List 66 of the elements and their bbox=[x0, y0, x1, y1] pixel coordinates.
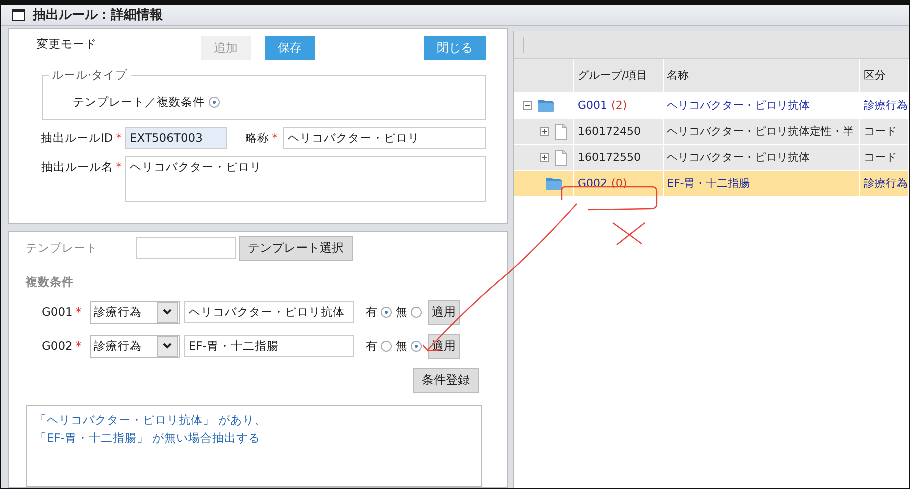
radio-label: 無 bbox=[396, 338, 408, 354]
table-cell: ヘリコバクター・ピロリ抗体 bbox=[664, 93, 860, 118]
item-code: 160172550 bbox=[578, 151, 641, 164]
category-dropdown[interactable]: 診療行為 bbox=[90, 334, 180, 358]
mode-label: 変更モード bbox=[37, 36, 98, 52]
condition-field[interactable]: EF-胃・十二指腸 bbox=[184, 335, 354, 357]
group-label: G001 bbox=[42, 305, 73, 319]
table-cell: ヘリコバクター・ピロリ抗体 bbox=[664, 145, 860, 170]
expand-icon[interactable] bbox=[540, 153, 549, 162]
required-mark: * bbox=[272, 131, 278, 145]
radio-label: 有 bbox=[366, 304, 378, 320]
tree-row[interactable]: 160172550 ヘリコバクター・ピロリ抗体 コード bbox=[514, 145, 909, 171]
table-cell: 診療行為 bbox=[860, 93, 909, 118]
field-label: 抽出ルールID bbox=[41, 131, 114, 145]
folder-icon bbox=[538, 100, 554, 112]
field-label: 抽出ルール名 bbox=[41, 160, 114, 174]
radio-button[interactable] bbox=[411, 340, 422, 352]
table-cell: EF-胃・十二指腸 bbox=[664, 171, 860, 196]
folder-icon bbox=[546, 178, 562, 190]
table-cell: コード bbox=[860, 119, 909, 144]
group-label: G002 bbox=[42, 339, 73, 353]
table-cell: コード bbox=[860, 145, 909, 170]
rule-name-field[interactable]: ヘリコバクター・ピロリ bbox=[125, 156, 486, 202]
table-cell: ヘリコバクター・ピロリ抗体定性・半 bbox=[664, 119, 860, 144]
summary-line: 「EF-胃・十二指腸」 が無い場合抽出する bbox=[35, 430, 262, 447]
radio-button[interactable] bbox=[411, 306, 422, 318]
chevron-icon bbox=[163, 343, 172, 349]
required-mark: * bbox=[116, 131, 122, 145]
required-mark: * bbox=[116, 160, 122, 174]
radio-label: 有 bbox=[366, 338, 378, 354]
cross-mark bbox=[612, 222, 647, 247]
document-icon bbox=[555, 150, 567, 166]
short-name-field[interactable]: ヘリコバクター・ピロリ bbox=[283, 127, 486, 149]
category-dropdown[interactable]: 診療行為 bbox=[90, 300, 180, 324]
column-header: 名称 bbox=[664, 59, 860, 92]
window-title: 抽出ルール：詳細情報 bbox=[33, 7, 163, 24]
chevron-icon bbox=[163, 309, 172, 315]
radio-button[interactable] bbox=[381, 340, 392, 352]
required-mark: * bbox=[76, 305, 82, 319]
section-label: 複数条件 bbox=[26, 275, 75, 290]
expand-icon[interactable] bbox=[540, 127, 549, 136]
field-label: 略称 bbox=[245, 131, 270, 145]
table-cell: 診療行為 bbox=[860, 171, 909, 196]
column-header: 区分 bbox=[860, 59, 909, 92]
radio-button[interactable] bbox=[209, 97, 220, 108]
radio-button[interactable] bbox=[381, 306, 392, 318]
item-count: (2) bbox=[612, 99, 628, 112]
required-mark: * bbox=[76, 339, 82, 353]
template-select-button[interactable]: テンプレート選択 bbox=[239, 236, 353, 260]
apply-button[interactable]: 適用 bbox=[428, 300, 460, 324]
condition-field[interactable]: ヘリコバクター・ピロリ抗体 bbox=[184, 301, 354, 323]
template-label: テンプレート bbox=[26, 240, 99, 256]
item-code: 160172450 bbox=[578, 125, 641, 138]
tree-row[interactable]: 160172450 ヘリコバクター・ピロリ抗体定性・半 コード bbox=[514, 119, 909, 145]
group-legend: ルール·タイプ bbox=[49, 68, 131, 83]
column-header: グループ/項目 bbox=[574, 59, 664, 92]
template-field[interactable] bbox=[136, 237, 236, 259]
collapse-icon[interactable] bbox=[523, 101, 532, 110]
id-field[interactable]: EXT506T003 bbox=[125, 127, 227, 149]
group-code: G001 bbox=[578, 99, 608, 112]
summary-line: 「ヘリコバクター・ピロリ抗体」 があり、 bbox=[35, 412, 268, 429]
window-icon bbox=[12, 9, 25, 21]
document-icon bbox=[555, 124, 567, 140]
radio-label: テンプレート／複数条件 bbox=[73, 95, 205, 110]
register-button[interactable]: 条件登録 bbox=[413, 368, 479, 393]
radio-label: 無 bbox=[396, 304, 408, 320]
